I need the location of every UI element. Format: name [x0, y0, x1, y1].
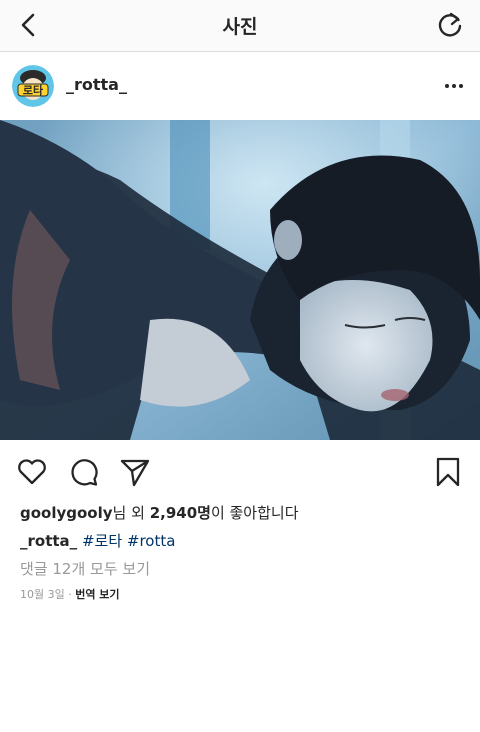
top-navigation-bar: 사진: [0, 0, 480, 52]
post-meta: 10월 3일 · 번역 보기: [20, 586, 120, 602]
post-username[interactable]: _rotta_: [66, 75, 127, 94]
photo-image: [0, 120, 480, 440]
svg-text:로타: 로타: [23, 83, 44, 97]
likes-text-part-2: 이 좋아합니다: [210, 504, 299, 522]
avatar[interactable]: 로타: [12, 65, 54, 107]
more-horizontal-icon[interactable]: [442, 74, 466, 98]
page-title: 사진: [222, 16, 258, 38]
send-icon[interactable]: [119, 456, 151, 488]
hashtag-link[interactable]: #로타: [82, 532, 122, 550]
bookmark-icon[interactable]: [432, 456, 464, 488]
post-header: 로타 _rotta_: [0, 52, 480, 120]
post-date: 10월 3일: [20, 588, 65, 601]
heart-icon[interactable]: [16, 456, 48, 488]
likes-text-part-1: 님 외: [112, 504, 150, 522]
refresh-icon[interactable]: [434, 9, 466, 41]
liker-username[interactable]: goolygooly: [20, 504, 113, 522]
hashtag-link[interactable]: #rotta: [127, 532, 176, 550]
post-photo[interactable]: [0, 120, 480, 440]
meta-separator: ·: [68, 588, 72, 601]
post-actions: [0, 440, 480, 502]
likes-summary: goolygooly님 외 2,940명이 좋아합니다: [20, 502, 299, 523]
likes-count[interactable]: 2,940명: [150, 504, 211, 522]
translate-link[interactable]: 번역 보기: [75, 588, 119, 601]
caption-username[interactable]: _rotta_: [20, 532, 77, 550]
comment-icon[interactable]: [68, 456, 100, 488]
view-all-comments-link[interactable]: 댓글 12개 모두 보기: [20, 558, 150, 579]
post-caption: _rotta_ #로타 #rotta: [20, 530, 175, 551]
avatar-logo-icon: 로타: [12, 65, 54, 107]
